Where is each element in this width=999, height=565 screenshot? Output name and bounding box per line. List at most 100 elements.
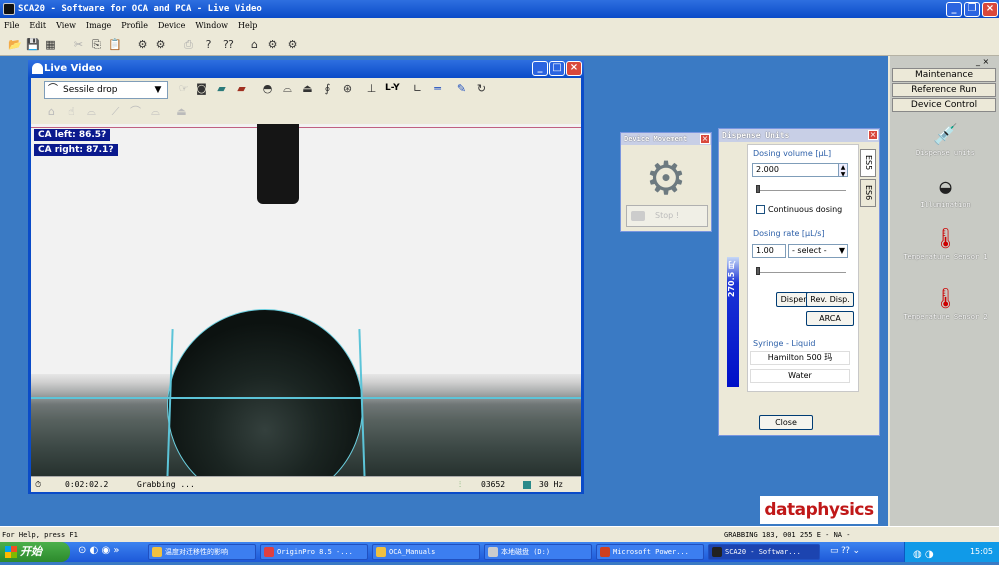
- dosing-volume-spinner[interactable]: ▲ ▼: [838, 163, 848, 178]
- illumination-tool[interactable]: ◒ Illumination: [890, 174, 999, 209]
- app-icon: [3, 3, 15, 15]
- live-video-minimize-button[interactable]: _: [532, 61, 548, 76]
- camera-icon[interactable]: ⌂: [248, 38, 261, 51]
- maintenance-button[interactable]: Maintenance: [892, 68, 996, 82]
- tab-es6[interactable]: ES6: [860, 179, 876, 207]
- tray-icons[interactable]: ◍ ◑: [913, 545, 934, 565]
- context-help-icon[interactable]: ⁇: [222, 38, 235, 51]
- folder-icon: [376, 547, 386, 557]
- dosing-rate-input[interactable]: 1.00: [752, 244, 786, 258]
- hand-icon[interactable]: ☞: [177, 82, 190, 95]
- task-item-6[interactable]: SCA20 - Softwar...: [708, 544, 820, 560]
- slider-thumb[interactable]: [756, 267, 760, 275]
- stop-button[interactable]: Stop !: [626, 205, 708, 227]
- minimize-button[interactable]: _: [946, 2, 962, 17]
- menu-device[interactable]: Device: [158, 21, 185, 30]
- sca20-icon: [712, 547, 722, 557]
- frame-count: 03652: [481, 480, 506, 489]
- drop-outline-icon[interactable]: ⌓: [281, 82, 294, 95]
- video-frame[interactable]: CA left: 86.5? CA right: 87.1?: [31, 124, 581, 476]
- taskbar: 开始 ⊙ ◐ ◉ » 温度对迁移性的影响 OriginPro 8.5 -... …: [0, 542, 999, 562]
- clock: 15:05: [969, 547, 993, 556]
- live-video-close-button[interactable]: ×: [566, 61, 582, 76]
- menu-edit[interactable]: Edit: [29, 21, 46, 30]
- device-icon[interactable]: ⚙: [266, 38, 279, 51]
- dosing-volume-label: Dosing volume [μL]: [753, 149, 832, 158]
- menu-window[interactable]: Window: [195, 21, 228, 30]
- copy-icon[interactable]: ⎘: [90, 38, 103, 51]
- task-item-2[interactable]: OriginPro 8.5 -...: [260, 544, 368, 560]
- print-icon[interactable]: ⎙: [182, 38, 195, 51]
- restore-button[interactable]: ❐: [964, 2, 980, 17]
- dosing-volume-input[interactable]: 2.000: [752, 163, 848, 177]
- task-item-5[interactable]: Microsoft Power...: [596, 544, 704, 560]
- mode-select[interactable]: ⌒ Sessile drop ▼: [44, 81, 168, 99]
- task-item-1[interactable]: 温度对迁移性的影响: [148, 544, 256, 560]
- reference-run-button[interactable]: Reference Run: [892, 83, 996, 97]
- language-icons[interactable]: ▭ ⁇ ⌄: [830, 546, 860, 556]
- task-item-4[interactable]: 本地磁盘 (D:): [484, 544, 592, 560]
- menu-profile[interactable]: Profile: [121, 21, 148, 30]
- chevron-down-icon: ▼: [838, 246, 845, 255]
- live-video-maximize-button[interactable]: □: [549, 61, 565, 76]
- device-movement-close-button[interactable]: ×: [700, 134, 710, 144]
- dosing-rate-label: Dosing rate [μL/s]: [753, 229, 825, 238]
- status-bar: For Help, press F1 GRABBING 183, 001 255…: [0, 526, 999, 542]
- polynomial-icon[interactable]: ⊛: [341, 82, 354, 95]
- tab-es5[interactable]: ES5: [860, 149, 876, 177]
- temperature-sensor-1-tool[interactable]: 🌡 Temperature Sensor 1: [890, 226, 999, 261]
- menu-file[interactable]: File: [4, 21, 19, 30]
- help-icon[interactable]: ?: [202, 38, 215, 51]
- settings-icon[interactable]: ⚙: [136, 38, 149, 51]
- record-icon[interactable]: ▰: [235, 82, 248, 95]
- dosing-rate-select[interactable]: - select - ▼: [788, 244, 848, 258]
- rev-disp-button[interactable]: Rev. Disp.: [806, 292, 854, 307]
- close-button[interactable]: ×: [982, 2, 998, 17]
- disabled-tool-4-icon: ⟋: [111, 105, 120, 118]
- ly-fit-label[interactable]: L-Y: [385, 83, 400, 93]
- continuous-dosing-checkbox[interactable]: [756, 205, 765, 214]
- open-icon[interactable]: 📂: [8, 38, 22, 51]
- save-icon[interactable]: 💾: [26, 38, 40, 51]
- cut-icon[interactable]: ✂: [72, 38, 85, 51]
- quicklaunch-icons[interactable]: ⊙ ◐ ◉ »: [78, 545, 119, 556]
- baseline-icon[interactable]: ⊥: [365, 82, 378, 95]
- dataphysics-logo: dataphysics: [760, 496, 878, 524]
- dispense-units-close-x[interactable]: ×: [868, 130, 878, 140]
- slider-thumb[interactable]: [756, 185, 760, 193]
- device-control-button[interactable]: Device Control: [892, 98, 996, 112]
- dispense-units-tool[interactable]: 💉 Dispense units: [890, 122, 999, 157]
- camera-snap-icon[interactable]: ◙: [195, 82, 208, 95]
- arca-button[interactable]: ARCA: [806, 311, 854, 326]
- line-icon[interactable]: ═: [431, 82, 444, 95]
- dosing-volume-slider[interactable]: [756, 183, 846, 193]
- powerpoint-icon: [600, 547, 610, 557]
- drop-shape-icon[interactable]: ◓: [261, 82, 274, 95]
- gears-icon[interactable]: ⚙: [154, 38, 167, 51]
- right-panel: _ × Maintenance Reference Run Device Con…: [888, 56, 999, 526]
- tangent-icon[interactable]: ∮: [321, 82, 334, 95]
- menu-image[interactable]: Image: [86, 21, 111, 30]
- grid-icon[interactable]: ▦: [44, 38, 57, 51]
- film-icon[interactable]: ▰: [215, 82, 228, 95]
- grab-info: GRABBING 183, 001 255 E - NA -: [724, 531, 851, 539]
- drop-baseline-icon[interactable]: ⏏: [301, 82, 314, 95]
- live-video-icon: [32, 63, 43, 74]
- panel-pin-icon[interactable]: _ ×: [976, 57, 989, 66]
- menu-help[interactable]: Help: [238, 21, 257, 30]
- temperature-sensor-2-tool[interactable]: 🌡 Temperature Sensor 2: [890, 286, 999, 321]
- config-icon[interactable]: ⚙: [286, 38, 299, 51]
- corner-icon[interactable]: ∟: [411, 82, 424, 95]
- close-dialog-button[interactable]: Close: [759, 415, 813, 430]
- task-item-3[interactable]: OCA_Manuals: [372, 544, 480, 560]
- liquid-name: Water: [750, 369, 850, 383]
- edit-icon[interactable]: ✎: [455, 82, 468, 95]
- dosing-rate-slider[interactable]: [756, 265, 846, 275]
- windows-logo-icon: [5, 546, 17, 558]
- paste-icon[interactable]: 📋: [108, 38, 122, 51]
- timer-icon: ⏱: [35, 480, 42, 489]
- refresh-icon[interactable]: ↻: [475, 82, 488, 95]
- menu-view[interactable]: View: [56, 21, 76, 30]
- start-button[interactable]: 开始: [0, 542, 70, 562]
- lamp-icon: ◒: [939, 174, 952, 198]
